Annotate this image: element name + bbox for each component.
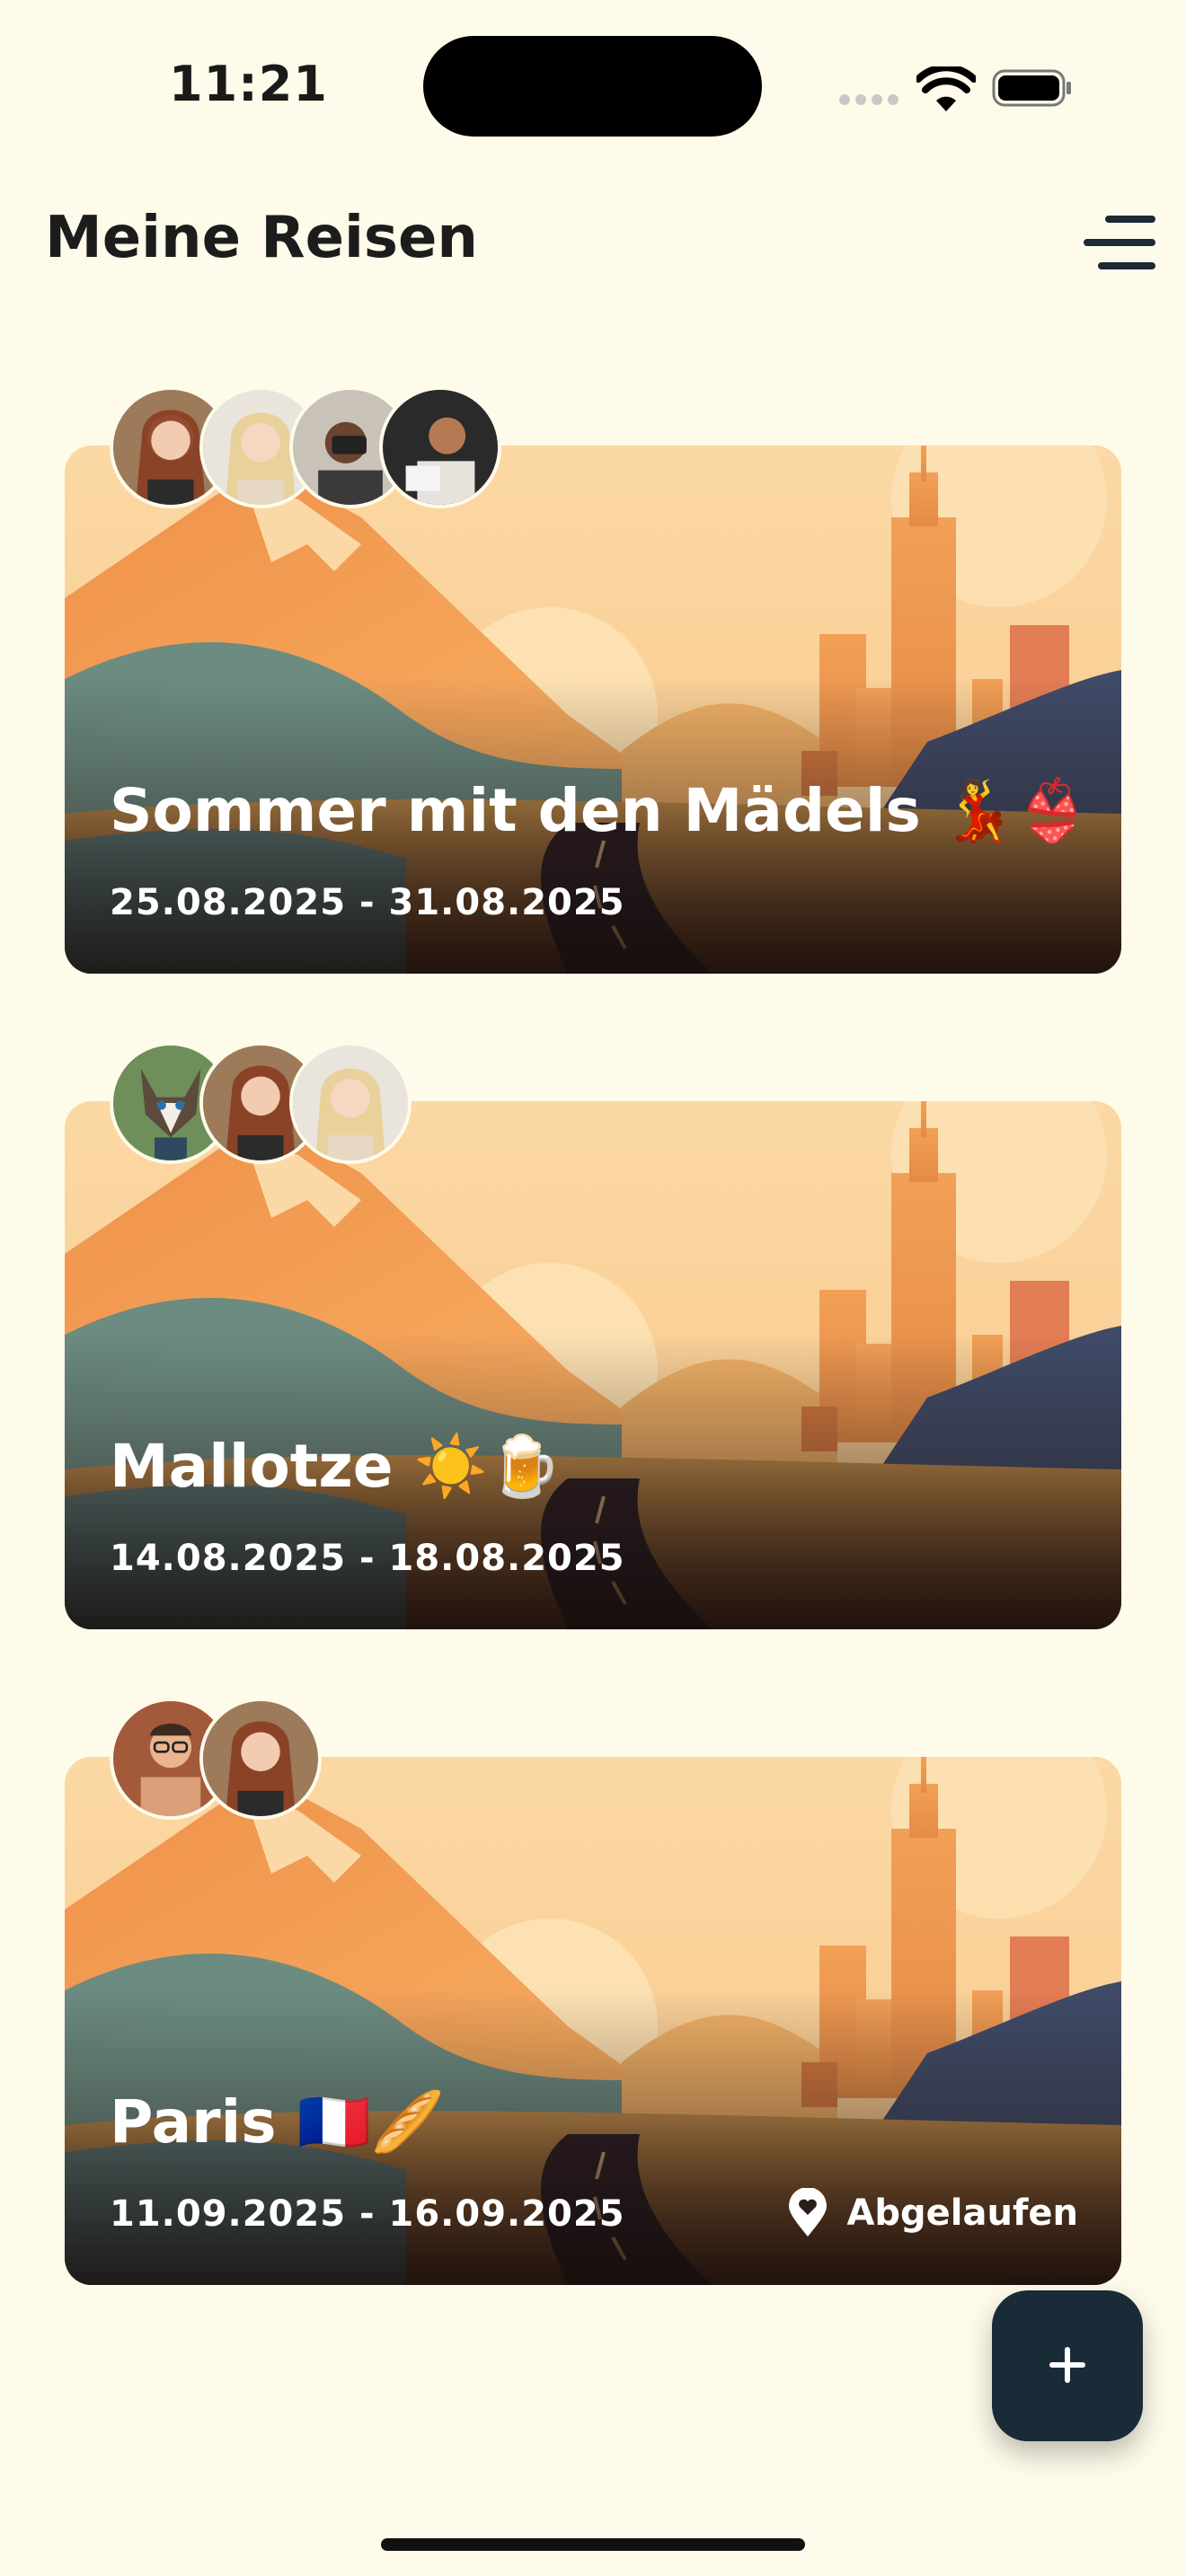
- trip-dates: 14.08.2025 - 18.08.2025: [110, 1538, 625, 1579]
- cellular-signal-icon: [839, 94, 900, 107]
- trip-title: Paris 🇫🇷🥖: [110, 2087, 445, 2157]
- home-indicator[interactable]: [381, 2538, 805, 2551]
- wifi-icon: [916, 66, 976, 111]
- page-title: Meine Reisen: [45, 205, 478, 271]
- trip-dates: 11.09.2025 - 16.09.2025: [110, 2193, 625, 2235]
- trip-title: Mallotze ☀️🍺: [110, 1432, 562, 1501]
- avatar: [289, 1042, 412, 1164]
- trip-card[interactable]: Mallotze ☀️🍺 14.08.2025 - 18.08.2025: [65, 1101, 1121, 1629]
- status-time: 11:21: [169, 56, 328, 112]
- add-trip-button[interactable]: [992, 2290, 1143, 2441]
- trip-card[interactable]: Paris 🇫🇷🥖 11.09.2025 - 16.09.2025 Abgela…: [65, 1757, 1121, 2285]
- menu-icon-line: [1084, 239, 1155, 246]
- menu-button[interactable]: [1084, 214, 1155, 271]
- trip-card[interactable]: Sommer mit den Mädels 💃👙 25.08.2025 - 31…: [65, 446, 1121, 974]
- battery-icon: [992, 69, 1071, 107]
- trip-title: Sommer mit den Mädels 💃👙: [110, 776, 1090, 845]
- status-badge: Abgelaufen: [787, 2188, 1078, 2238]
- avatar: [199, 1698, 322, 1820]
- dynamic-island: [423, 36, 762, 137]
- menu-icon: [1105, 216, 1155, 223]
- status-label: Abgelaufen: [846, 2192, 1078, 2234]
- avatar: [379, 386, 501, 508]
- menu-icon-line: [1098, 262, 1155, 269]
- trip-dates: 25.08.2025 - 31.08.2025: [110, 882, 625, 923]
- map-pin-heart-icon: [789, 2188, 828, 2236]
